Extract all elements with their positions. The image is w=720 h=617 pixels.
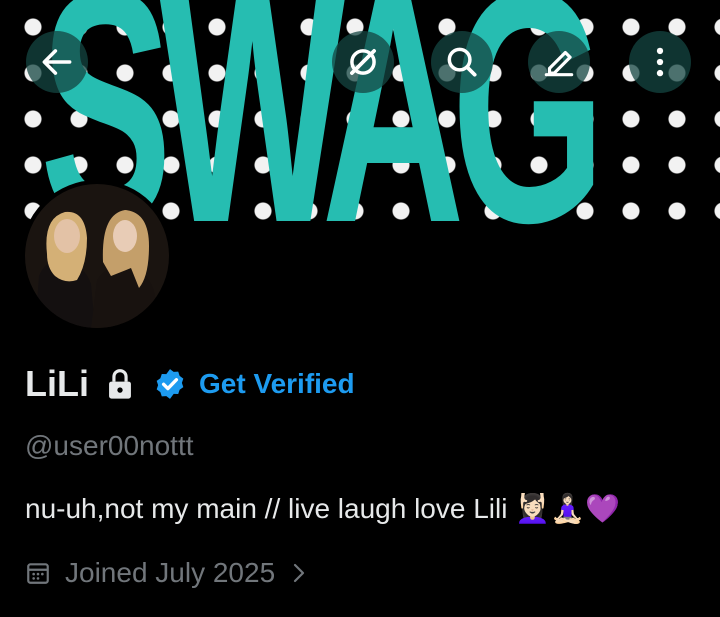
calendar-icon <box>27 563 49 584</box>
arrow-left-icon <box>42 49 72 75</box>
back-button[interactable] <box>26 31 88 93</box>
display-name: LiLi <box>25 363 89 404</box>
edit-button[interactable] <box>528 31 590 93</box>
verified-badge-icon[interactable] <box>153 367 187 401</box>
chevron-right-icon <box>294 563 305 583</box>
avatar-photo <box>25 184 169 328</box>
profile-handle: @user00nottt <box>25 430 194 461</box>
profile-name-row: LiLi Get Verified <box>25 362 355 406</box>
search-button[interactable] <box>431 31 493 93</box>
more-button[interactable] <box>629 31 691 93</box>
profile-bio: nu-uh,not my main // live laugh love Lil… <box>25 493 620 524</box>
grok-button[interactable] <box>332 31 394 93</box>
search-icon <box>447 47 477 77</box>
grok-icon <box>350 49 376 75</box>
edit-icon <box>544 50 574 77</box>
avatar[interactable] <box>21 180 173 332</box>
get-verified-link[interactable]: Get Verified <box>199 368 355 400</box>
joined-date: Joined July 2025 <box>65 557 276 588</box>
lock-icon <box>109 369 131 399</box>
joined-date-row[interactable]: Joined July 2025 <box>25 555 309 591</box>
more-vertical-icon <box>656 47 664 77</box>
